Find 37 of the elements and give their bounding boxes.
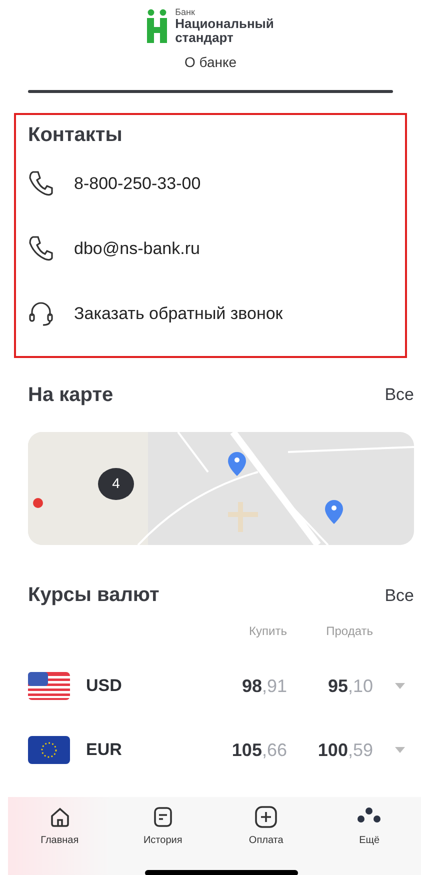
headset-icon xyxy=(28,300,54,327)
rate-value: 105,66 xyxy=(230,738,288,762)
tab-bar-item[interactable]: Оплата xyxy=(226,797,306,848)
tab-bar-item[interactable]: История xyxy=(122,797,203,848)
caret-icon xyxy=(395,683,405,689)
column-header: Купить xyxy=(248,623,288,640)
logo-caption: Банк xyxy=(175,8,196,17)
see-all-link[interactable]: Все xyxy=(384,582,414,608)
currency-code: USD xyxy=(86,675,123,698)
section-title: Контакты xyxy=(28,123,124,147)
logo-text: стандарт xyxy=(175,30,234,44)
column-header: Продать xyxy=(325,623,374,640)
map-marker-icon xyxy=(33,498,43,508)
rate-value: 100,59 xyxy=(316,738,374,762)
section-title: Курсы валют xyxy=(28,583,160,608)
page-title: О банке xyxy=(184,53,237,72)
logo-text: Национальный xyxy=(175,17,274,31)
plus-icon xyxy=(254,805,278,829)
phone-icon xyxy=(28,170,54,197)
tab-bar-item[interactable]: Главная xyxy=(20,797,100,848)
rate-value: 95,10 xyxy=(326,674,374,698)
contact-link[interactable]: 8-800-250-33-00 xyxy=(74,170,201,196)
see-all-link[interactable]: Все xyxy=(384,382,414,408)
eu-flag-icon xyxy=(28,736,70,764)
map-pin-icon xyxy=(228,452,246,476)
tab-bar-item[interactable]: Ещё xyxy=(329,797,410,848)
currency-code: EUR xyxy=(86,739,123,762)
usa-flag-icon xyxy=(28,672,70,700)
caret-icon xyxy=(395,747,405,753)
map-pin-icon xyxy=(325,500,343,524)
phone-icon xyxy=(28,235,54,262)
contact-link[interactable]: Заказать обратный звонок xyxy=(74,300,283,326)
section-title: На карте xyxy=(28,382,114,407)
map-placeholder[interactable]: 4 xyxy=(28,432,414,544)
logo-icon xyxy=(147,9,168,44)
rate-value: 98,91 xyxy=(240,674,288,698)
contact-link[interactable]: dbo@ns-bank.ru xyxy=(74,236,200,262)
